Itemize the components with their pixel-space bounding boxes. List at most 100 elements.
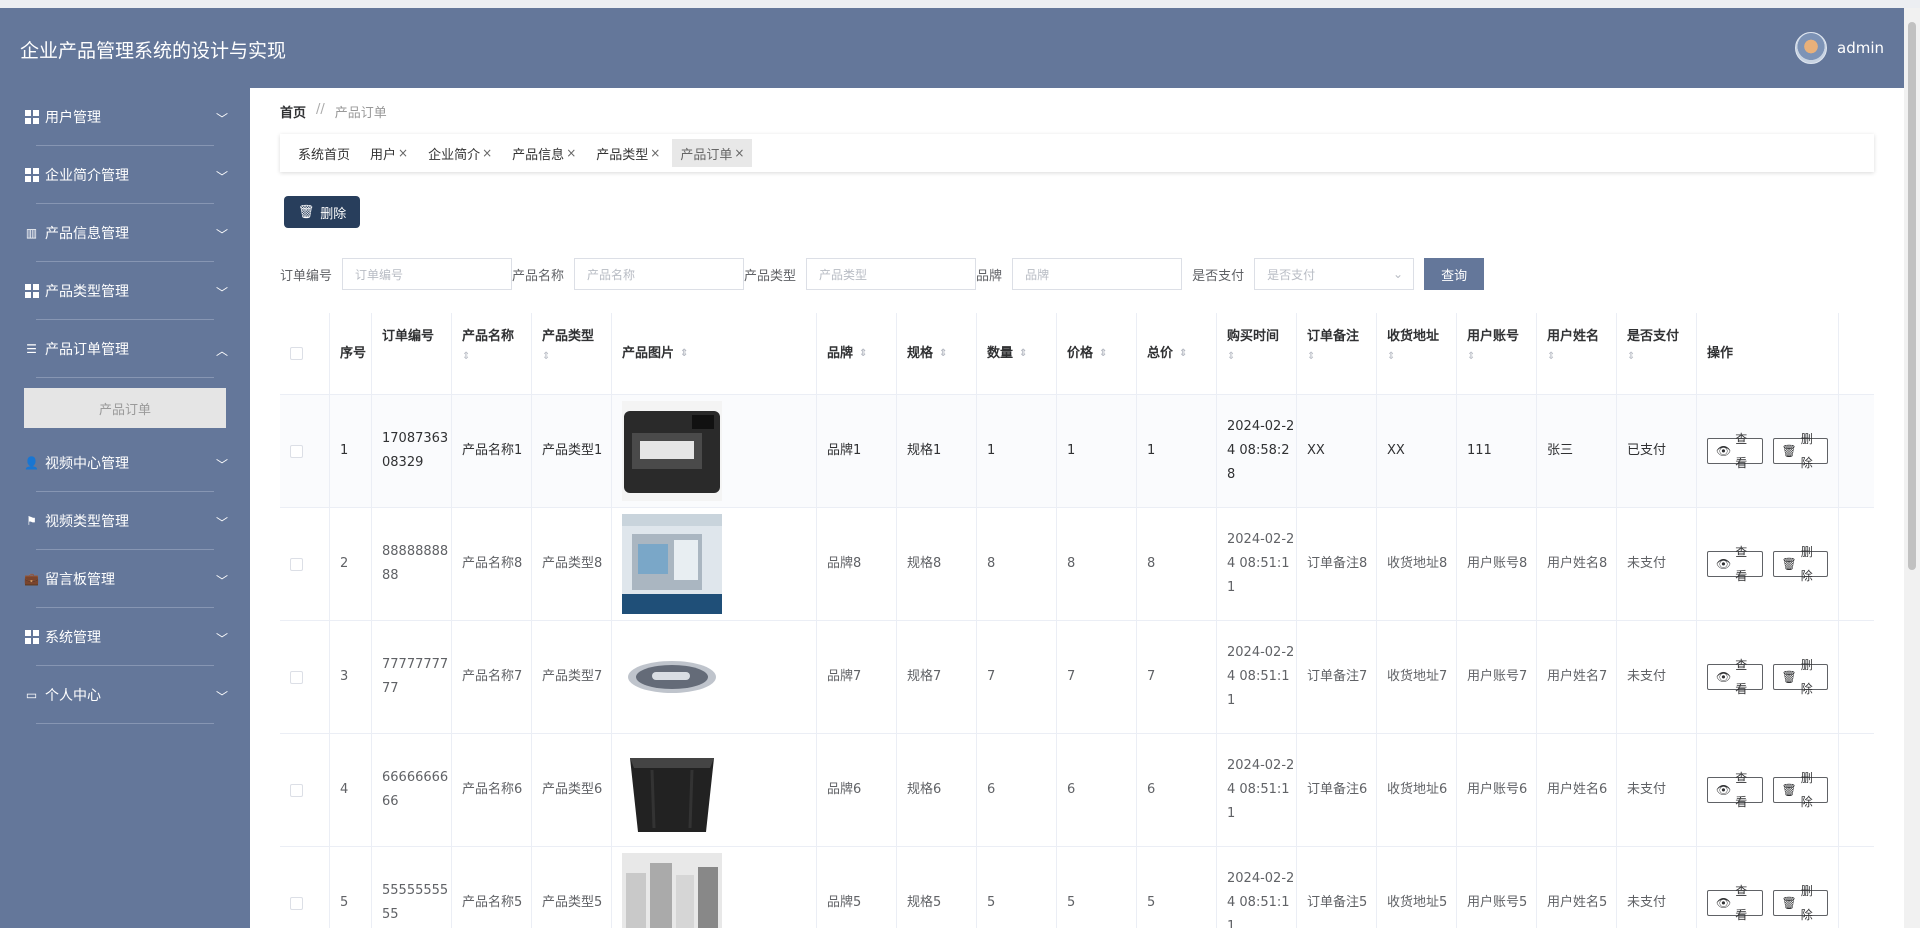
column-header[interactable]: 产品名称 ⇕ — [452, 313, 532, 394]
sort-icon[interactable]: ⇕ — [859, 344, 867, 364]
cell-addr: 收货地址5 — [1377, 847, 1457, 928]
table-row[interactable]: 3 7777777777 产品名称7 产品类型7 品牌7 规格7 7 7 7 2024-02-24… — [280, 621, 1874, 734]
close-icon[interactable]: × — [734, 146, 744, 160]
scrollbar-thumb[interactable] — [1908, 22, 1916, 570]
sidebar-item-9[interactable]: ▭ 个人中心 ﹀ — [0, 666, 250, 724]
view-button[interactable]: 👁 查看 — [1707, 884, 1763, 922]
cell-total: 6 — [1137, 734, 1217, 846]
column-header[interactable]: 购买时间 ⇕ — [1217, 313, 1297, 394]
cell-order_no: 7777777777 — [372, 621, 452, 733]
filter-product-name-input[interactable]: 产品名称 — [574, 258, 745, 290]
sort-icon[interactable]: ⇕ — [1099, 344, 1107, 364]
sidebar-item-0[interactable]: 用户管理 ﹀ — [0, 88, 250, 146]
sort-icon[interactable]: ⇕ — [680, 344, 688, 364]
sort-icon[interactable]: ⇕ — [1179, 344, 1187, 364]
sidebar-item-8[interactable]: 系统管理 ﹀ — [0, 608, 250, 666]
column-header[interactable]: 序号 — [330, 313, 372, 394]
delete-button[interactable]: 🗑 删除 — [1772, 658, 1828, 696]
column-header[interactable]: 用户姓名 ⇕ — [1537, 313, 1617, 394]
product-image[interactable] — [622, 740, 722, 840]
delete-button[interactable]: 🗑 删除 — [1772, 771, 1828, 809]
avatar[interactable] — [1795, 32, 1827, 64]
row-checkbox[interactable] — [290, 896, 303, 910]
table-row[interactable]: 5 5555555555 产品名称5 产品类型5 品牌5 规格5 5 5 5 2024-02-24… — [280, 847, 1874, 928]
row-checkbox[interactable] — [290, 557, 303, 571]
column-header[interactable]: 订单备注 ⇕ — [1297, 313, 1377, 394]
sort-icon[interactable]: ⇕ — [1387, 347, 1456, 367]
sidebar-item-2[interactable]: ▥ 产品信息管理 ﹀ — [0, 204, 250, 262]
breadcrumb-home[interactable]: 首页 — [280, 102, 306, 121]
sort-icon[interactable]: ⇕ — [542, 347, 611, 367]
column-header[interactable]: 订单编号 — [372, 313, 452, 394]
sidebar-item-5[interactable]: 👤 视频中心管理 ﹀ — [0, 434, 250, 492]
sort-icon[interactable]: ⇕ — [1547, 347, 1616, 367]
column-header[interactable]: 是否支付 ⇕ — [1617, 313, 1697, 394]
chevron-down-icon: ⌄ — [1393, 267, 1404, 281]
tab-1[interactable]: 用户 × — [362, 139, 416, 167]
batch-delete-button[interactable]: 🗑 删除 — [284, 196, 360, 228]
sort-icon[interactable]: ⇕ — [1627, 347, 1696, 367]
tab-5[interactable]: 产品订单 × — [672, 139, 753, 167]
row-checkbox[interactable] — [290, 444, 303, 458]
filter-product-type-input[interactable]: 产品类型 — [806, 258, 977, 290]
product-image[interactable] — [622, 853, 722, 928]
column-header[interactable]: 产品图片 ⇕ — [612, 313, 817, 394]
page-scrollbar[interactable] — [1904, 8, 1920, 928]
column-header[interactable]: 收货地址 ⇕ — [1377, 313, 1457, 394]
cell-note: 订单备注6 — [1297, 734, 1377, 846]
table-row[interactable]: 2 8888888888 产品名称8 产品类型8 品牌8 规格8 8 8 8 2024-02-24… — [280, 508, 1874, 621]
tab-4[interactable]: 产品类型 × — [588, 139, 668, 167]
product-image[interactable] — [622, 627, 722, 727]
sort-icon[interactable]: ⇕ — [1019, 344, 1027, 364]
column-header[interactable]: 品牌 ⇕ — [817, 313, 897, 394]
sidebar-subitem-orders[interactable]: 产品订单 — [24, 388, 226, 428]
column-header[interactable]: 操作 — [1697, 313, 1839, 394]
close-icon[interactable]: × — [566, 146, 576, 160]
product-image[interactable] — [622, 514, 722, 614]
filter-brand-input[interactable]: 品牌 — [1012, 258, 1183, 290]
sidebar-item-3[interactable]: 产品类型管理 ﹀ — [0, 262, 250, 320]
column-header[interactable]: 总价 ⇕ — [1137, 313, 1217, 394]
close-icon[interactable]: × — [482, 146, 492, 160]
tab-3[interactable]: 产品信息 × — [504, 139, 584, 167]
close-icon[interactable]: × — [650, 146, 660, 160]
sidebar-item-4[interactable]: ☰ 产品订单管理 ︿ — [0, 320, 250, 378]
sort-icon[interactable]: ⇕ — [939, 344, 947, 364]
filter-paid-select[interactable]: 是否支付 ⌄ — [1254, 258, 1415, 290]
sidebar-item-6[interactable]: ⚑ 视频类型管理 ﹀ — [0, 492, 250, 550]
sort-icon[interactable]: ⇕ — [462, 347, 531, 367]
sort-icon[interactable]: ⇕ — [1467, 347, 1536, 367]
cell-order_no: 6666666666 — [372, 734, 452, 846]
row-checkbox[interactable] — [290, 783, 303, 797]
column-header[interactable]: 用户账号 ⇕ — [1457, 313, 1537, 394]
cell-price: 7 — [1057, 621, 1137, 733]
table-row[interactable]: 4 6666666666 产品名称6 产品类型6 品牌6 规格6 6 6 6 2024-02-24… — [280, 734, 1874, 847]
row-checkbox[interactable] — [290, 670, 303, 684]
delete-button[interactable]: 🗑 删除 — [1772, 545, 1828, 583]
column-header[interactable]: 产品类型 ⇕ — [532, 313, 612, 394]
sidebar-item-7[interactable]: 💼 留言板管理 ﹀ — [0, 550, 250, 608]
table-row[interactable]: 1 1708736308329 产品名称1 产品类型1 品牌1 规格1 1 1 1 2024-02… — [280, 395, 1874, 508]
column-header[interactable]: 价格 ⇕ — [1057, 313, 1137, 394]
delete-button[interactable]: 🗑 删除 — [1772, 884, 1828, 922]
filter-order-no-input[interactable]: 订单编号 — [342, 258, 513, 290]
view-button[interactable]: 👁 查看 — [1707, 771, 1763, 809]
sidebar-item-1[interactable]: 企业简介管理 ﹀ — [0, 146, 250, 204]
view-button[interactable]: 👁 查看 — [1707, 545, 1763, 583]
query-button[interactable]: 查询 — [1424, 258, 1485, 290]
column-header-label: 操作 — [1707, 345, 1734, 361]
view-button[interactable]: 👁 查看 — [1707, 432, 1763, 470]
column-header[interactable]: 数量 ⇕ — [977, 313, 1057, 394]
tab-0[interactable]: 系统首页 — [290, 139, 358, 167]
view-button[interactable]: 👁 查看 — [1707, 658, 1763, 696]
product-image[interactable] — [622, 401, 722, 501]
sidebar-item-label: 产品订单管理 — [45, 342, 129, 358]
select-all-checkbox[interactable] — [290, 347, 303, 360]
sort-icon[interactable]: ⇕ — [1227, 347, 1296, 367]
tab-2[interactable]: 企业简介 × — [420, 139, 500, 167]
user-menu[interactable]: admin — [1795, 32, 1884, 64]
sort-icon[interactable]: ⇕ — [1307, 347, 1376, 367]
delete-button[interactable]: 🗑 删除 — [1772, 432, 1828, 470]
column-header[interactable]: 规格 ⇕ — [897, 313, 977, 394]
close-icon[interactable]: × — [398, 146, 408, 160]
